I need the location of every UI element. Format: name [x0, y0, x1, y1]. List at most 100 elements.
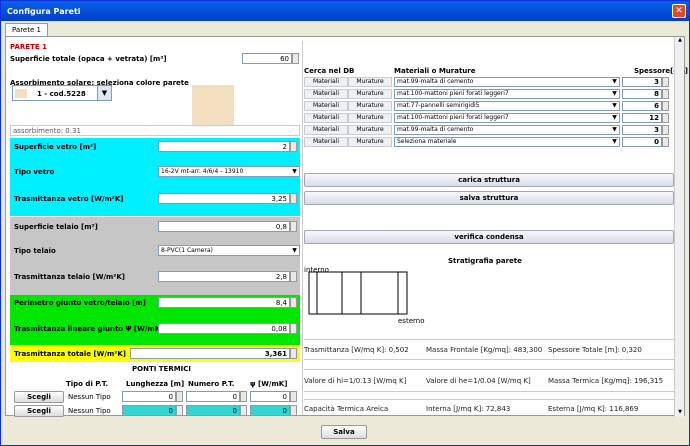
- materiale-value: mat.99-malta di cemento: [397, 126, 474, 133]
- trasm-lin-spinner[interactable]: [290, 323, 297, 334]
- tipo-telaio-value: 8-PVC(1 Camera): [161, 247, 213, 254]
- trasm-vetro-spinner[interactable]: [290, 193, 297, 204]
- murature-button[interactable]: Murature: [348, 101, 392, 111]
- perim-input[interactable]: 8,4: [158, 297, 290, 308]
- sup-telaio-input[interactable]: 0,8: [158, 221, 290, 232]
- spessore-spinner[interactable]: [662, 113, 669, 123]
- separator: [304, 359, 674, 360]
- trasm-telaio-input[interactable]: 2,8: [158, 271, 290, 282]
- materiali-button[interactable]: Materiali: [304, 101, 348, 111]
- main-panel: PARETE 1 Superficie totale (opaca + vetr…: [5, 36, 688, 417]
- separator: [304, 369, 674, 370]
- color-swatch: [15, 89, 27, 98]
- sup-totale-spinner[interactable]: [292, 53, 299, 64]
- ponti-lunghezza-spinner[interactable]: [176, 391, 183, 402]
- scegli-button[interactable]: Scegli: [14, 391, 64, 403]
- sup-totale-input[interactable]: 60: [242, 53, 292, 64]
- ponti-psi-spinner[interactable]: [290, 405, 297, 416]
- materiali-button[interactable]: Materiali: [304, 113, 348, 123]
- materiali-button[interactable]: Materiali: [304, 125, 348, 135]
- scroll-down-icon[interactable]: ▼: [676, 409, 684, 417]
- tipo-vetro-value: 16-2V mt-arr. 4/6/4 - 13910: [161, 168, 244, 175]
- scroll-up-icon[interactable]: ▲: [676, 37, 684, 45]
- sup-totale-label: Superficie totale (opaca + vetrata) [m²]: [10, 55, 167, 63]
- tipo-telaio-label: Tipo telaio: [14, 247, 56, 255]
- trasm-vetro-input[interactable]: 3,25: [158, 193, 290, 204]
- perim-spinner[interactable]: [290, 297, 297, 308]
- salva-button[interactable]: Salva: [321, 425, 367, 439]
- ponti-numero-input[interactable]: 0: [186, 391, 240, 402]
- tab-strip: Parete 1: [5, 23, 48, 37]
- materiale-value: mat.100-mattoni pieni forati leggeri7: [397, 114, 509, 121]
- ponti-lunghezza-input[interactable]: 0: [122, 405, 176, 416]
- murature-button[interactable]: Murature: [348, 113, 392, 123]
- carica-struttura-button[interactable]: carica struttura: [304, 173, 674, 187]
- spessore-spinner[interactable]: [662, 137, 669, 147]
- ponti-lunghezza-input[interactable]: 0: [122, 391, 176, 402]
- spessore-totale-value: Spessore Totale [m]: 0,320: [548, 346, 642, 354]
- vertical-scrollbar[interactable]: ▲ ▼: [674, 37, 684, 417]
- ponti-psi-spinner[interactable]: [290, 391, 297, 402]
- trasm-telaio-spinner[interactable]: [290, 271, 297, 282]
- spessore-input[interactable]: 8: [622, 89, 662, 99]
- materiale-combo[interactable]: mat.99-malta di cemento ▼: [394, 77, 620, 87]
- materiali-button[interactable]: Materiali: [304, 137, 348, 147]
- tab-parete-1[interactable]: Parete 1: [5, 23, 48, 37]
- spessore-spinner[interactable]: [662, 77, 669, 87]
- murature-button[interactable]: Murature: [348, 89, 392, 99]
- spessore-input[interactable]: 3: [622, 77, 662, 87]
- spessore-input[interactable]: 12: [622, 113, 662, 123]
- materiale-combo[interactable]: mat.100-mattoni pieni forati leggeri7 ▼: [394, 113, 620, 123]
- tipo-telaio-combo[interactable]: 8-PVC(1 Camera) ▼: [158, 245, 300, 256]
- scegli-button[interactable]: Scegli: [14, 405, 64, 417]
- ponti-numero-spinner[interactable]: [240, 405, 247, 416]
- sup-telaio-spinner[interactable]: [290, 221, 297, 232]
- ponti-lunghezza-spinner[interactable]: [176, 405, 183, 416]
- spessore-spinner[interactable]: [662, 101, 669, 111]
- valore-hi: Valore di hi=1/0.13 [W/mq K]: [304, 377, 407, 385]
- ponti-tipo: Nessun Tipo: [68, 407, 111, 415]
- separator: [304, 339, 674, 340]
- spessore-input[interactable]: 3: [622, 125, 662, 135]
- trasm-tot-value: 3,361: [130, 348, 290, 359]
- spessore-input[interactable]: 6: [622, 101, 662, 111]
- murature-button[interactable]: Murature: [348, 137, 392, 147]
- spessore-spinner[interactable]: [662, 89, 669, 99]
- ponti-psi-input[interactable]: 0: [250, 391, 290, 402]
- chevron-down-icon[interactable]: ▼: [97, 86, 111, 100]
- close-button[interactable]: ✕: [672, 4, 686, 18]
- perim-label: Perimetro giunto vetro/telaio [m]: [14, 299, 146, 307]
- tipo-vetro-combo[interactable]: 16-2V mt-arr. 4/6/4 - 13910 ▼: [158, 166, 300, 177]
- materiale-value: mat.100-mattoni pieni forati leggeri7: [397, 90, 509, 97]
- ponti-header-psi: ψ [W/mK]: [250, 380, 288, 388]
- materiale-combo[interactable]: Seleziona materiale ▼: [394, 137, 620, 147]
- salva-struttura-button[interactable]: salva struttura: [304, 191, 674, 205]
- header-materiali: Materiali o Murature: [394, 67, 476, 75]
- chevron-down-icon: ▼: [610, 102, 619, 110]
- stratigrafia-outline: [308, 271, 408, 315]
- spessore-spinner[interactable]: [662, 125, 669, 135]
- color-combo[interactable]: 1 - cod.5228 ▼: [12, 85, 112, 101]
- ponti-numero-input[interactable]: 0: [186, 405, 240, 416]
- materiali-button[interactable]: Materiali: [304, 89, 348, 99]
- materiale-combo[interactable]: mat.100-mattoni pieni forati leggeri7 ▼: [394, 89, 620, 99]
- trasmittanza-value: Trasmittanza [W/mq K]: 0,502: [304, 346, 409, 354]
- sup-vetro-spinner[interactable]: [290, 141, 297, 152]
- trasm-tot-spinner[interactable]: [290, 348, 297, 359]
- materiale-combo[interactable]: mat.99-malta di cemento ▼: [394, 125, 620, 135]
- ponti-numero-spinner[interactable]: [240, 391, 247, 402]
- murature-button[interactable]: Murature: [348, 125, 392, 135]
- spessore-input[interactable]: 0: [622, 137, 662, 147]
- materiali-button[interactable]: Materiali: [304, 77, 348, 87]
- parete-title: PARETE 1: [10, 43, 47, 51]
- sup-telaio-label: Superficie telaio [m²]: [14, 223, 98, 231]
- materiale-combo[interactable]: mat.77-pannelli semirigidi5 ▼: [394, 101, 620, 111]
- murature-button[interactable]: Murature: [348, 77, 392, 87]
- massa-termica-value: Massa Termica [Kg/mq]: 196,315: [548, 377, 664, 385]
- verifica-condensa-button[interactable]: verifica condensa: [304, 230, 674, 244]
- ponti-psi-input[interactable]: 0: [250, 405, 290, 416]
- color-value: 1 - cod.5228: [37, 90, 86, 98]
- trasm-lin-input[interactable]: 0,08: [158, 323, 290, 334]
- chevron-down-icon: ▼: [610, 114, 619, 122]
- sup-vetro-input[interactable]: 2: [158, 141, 290, 152]
